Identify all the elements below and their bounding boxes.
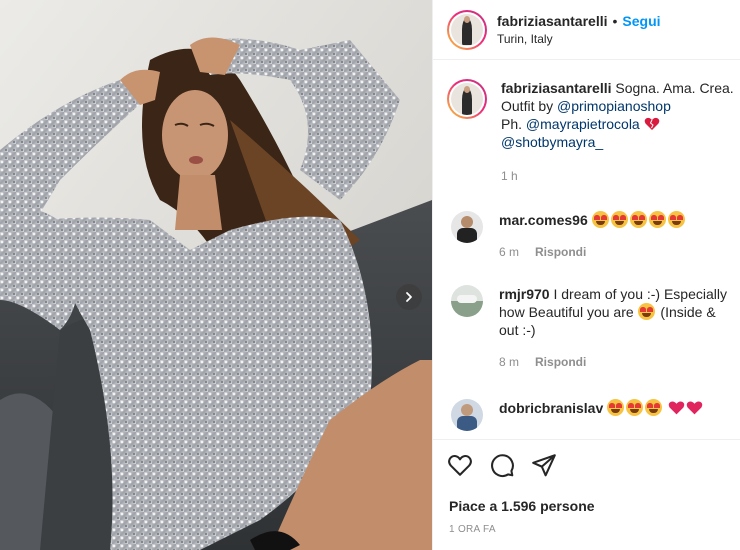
heart-outline-icon[interactable] bbox=[447, 452, 473, 478]
broken-heart-emoji-icon bbox=[644, 117, 659, 130]
separator-dot: • bbox=[612, 13, 618, 29]
post-location[interactable]: Turin, Italy bbox=[497, 32, 661, 46]
caption-text-ph: Ph. bbox=[501, 116, 526, 132]
comment-time[interactable]: 8 m bbox=[499, 353, 519, 371]
author-username[interactable]: fabriziasantarelli bbox=[497, 13, 608, 29]
comments-list[interactable]: fabriziasantarelli Sogna. Ama. Crea. Out… bbox=[433, 61, 740, 439]
carousel-next-button[interactable] bbox=[396, 284, 422, 310]
author-avatar[interactable] bbox=[447, 9, 487, 50]
photo-scene bbox=[0, 0, 432, 550]
heart-eyes-emoji-icon bbox=[629, 211, 647, 228]
comment-item: mar.comes96 6 m Rispondi bbox=[447, 211, 737, 261]
commenter-avatar[interactable] bbox=[451, 399, 483, 431]
comment-item: rmjr970 I dream of you :-) Especially ho… bbox=[447, 285, 737, 371]
comment-item: dobricbranislav bbox=[447, 399, 737, 431]
red-heart-emoji-icon bbox=[668, 401, 685, 415]
caption-avatar[interactable] bbox=[447, 79, 487, 119]
likes-count[interactable]: Piace a 1.596 persone bbox=[449, 498, 595, 514]
heart-eyes-emoji-icon bbox=[626, 399, 644, 416]
comment-time[interactable]: 6 m bbox=[499, 243, 519, 261]
caption-mention-primopianoshop[interactable]: @primopianoshop bbox=[557, 98, 671, 114]
chevron-right-icon bbox=[406, 292, 412, 302]
commenter-avatar[interactable] bbox=[451, 211, 483, 243]
post-side-panel: fabriziasantarelli • Segui Turin, Italy … bbox=[432, 0, 740, 550]
comment-username[interactable]: rmjr970 bbox=[499, 286, 550, 302]
heart-eyes-emoji-icon bbox=[610, 211, 628, 228]
speech-bubble-icon[interactable] bbox=[489, 452, 515, 478]
heart-eyes-emoji-icon bbox=[607, 399, 625, 416]
follow-button[interactable]: Segui bbox=[622, 13, 660, 29]
heart-eyes-emoji-icon bbox=[667, 211, 685, 228]
heart-eyes-emoji-icon bbox=[591, 211, 609, 228]
post-timestamp[interactable]: 1 ORA FA bbox=[449, 524, 496, 535]
heart-eyes-emoji-icon bbox=[648, 211, 666, 228]
caption-time[interactable]: 1 h bbox=[501, 167, 518, 185]
reply-button[interactable]: Rispondi bbox=[535, 243, 586, 261]
comment-username[interactable]: mar.comes96 bbox=[499, 212, 588, 228]
caption-username[interactable]: fabriziasantarelli bbox=[501, 80, 612, 96]
comment-username[interactable]: dobricbranislav bbox=[499, 400, 603, 416]
instagram-post: fabriziasantarelli • Segui Turin, Italy … bbox=[0, 0, 740, 550]
paper-plane-icon[interactable] bbox=[531, 452, 557, 478]
post-header: fabriziasantarelli • Segui Turin, Italy bbox=[433, 0, 740, 60]
post-photo[interactable] bbox=[0, 0, 432, 550]
red-heart-emoji-icon bbox=[686, 401, 703, 415]
heart-eyes-emoji-icon bbox=[637, 303, 655, 320]
reply-button[interactable]: Rispondi bbox=[535, 353, 586, 371]
post-actions: Piace a 1.596 persone 1 ORA FA bbox=[433, 439, 740, 550]
caption-mention-mayrapietrocola[interactable]: @mayrapietrocola bbox=[526, 116, 640, 132]
caption-mention-shotbymayra[interactable]: @shotbymayra_ bbox=[501, 134, 603, 150]
post-caption: fabriziasantarelli Sogna. Ama. Crea. Out… bbox=[447, 79, 737, 185]
commenter-avatar[interactable] bbox=[451, 285, 483, 317]
heart-eyes-emoji-icon bbox=[645, 399, 663, 416]
